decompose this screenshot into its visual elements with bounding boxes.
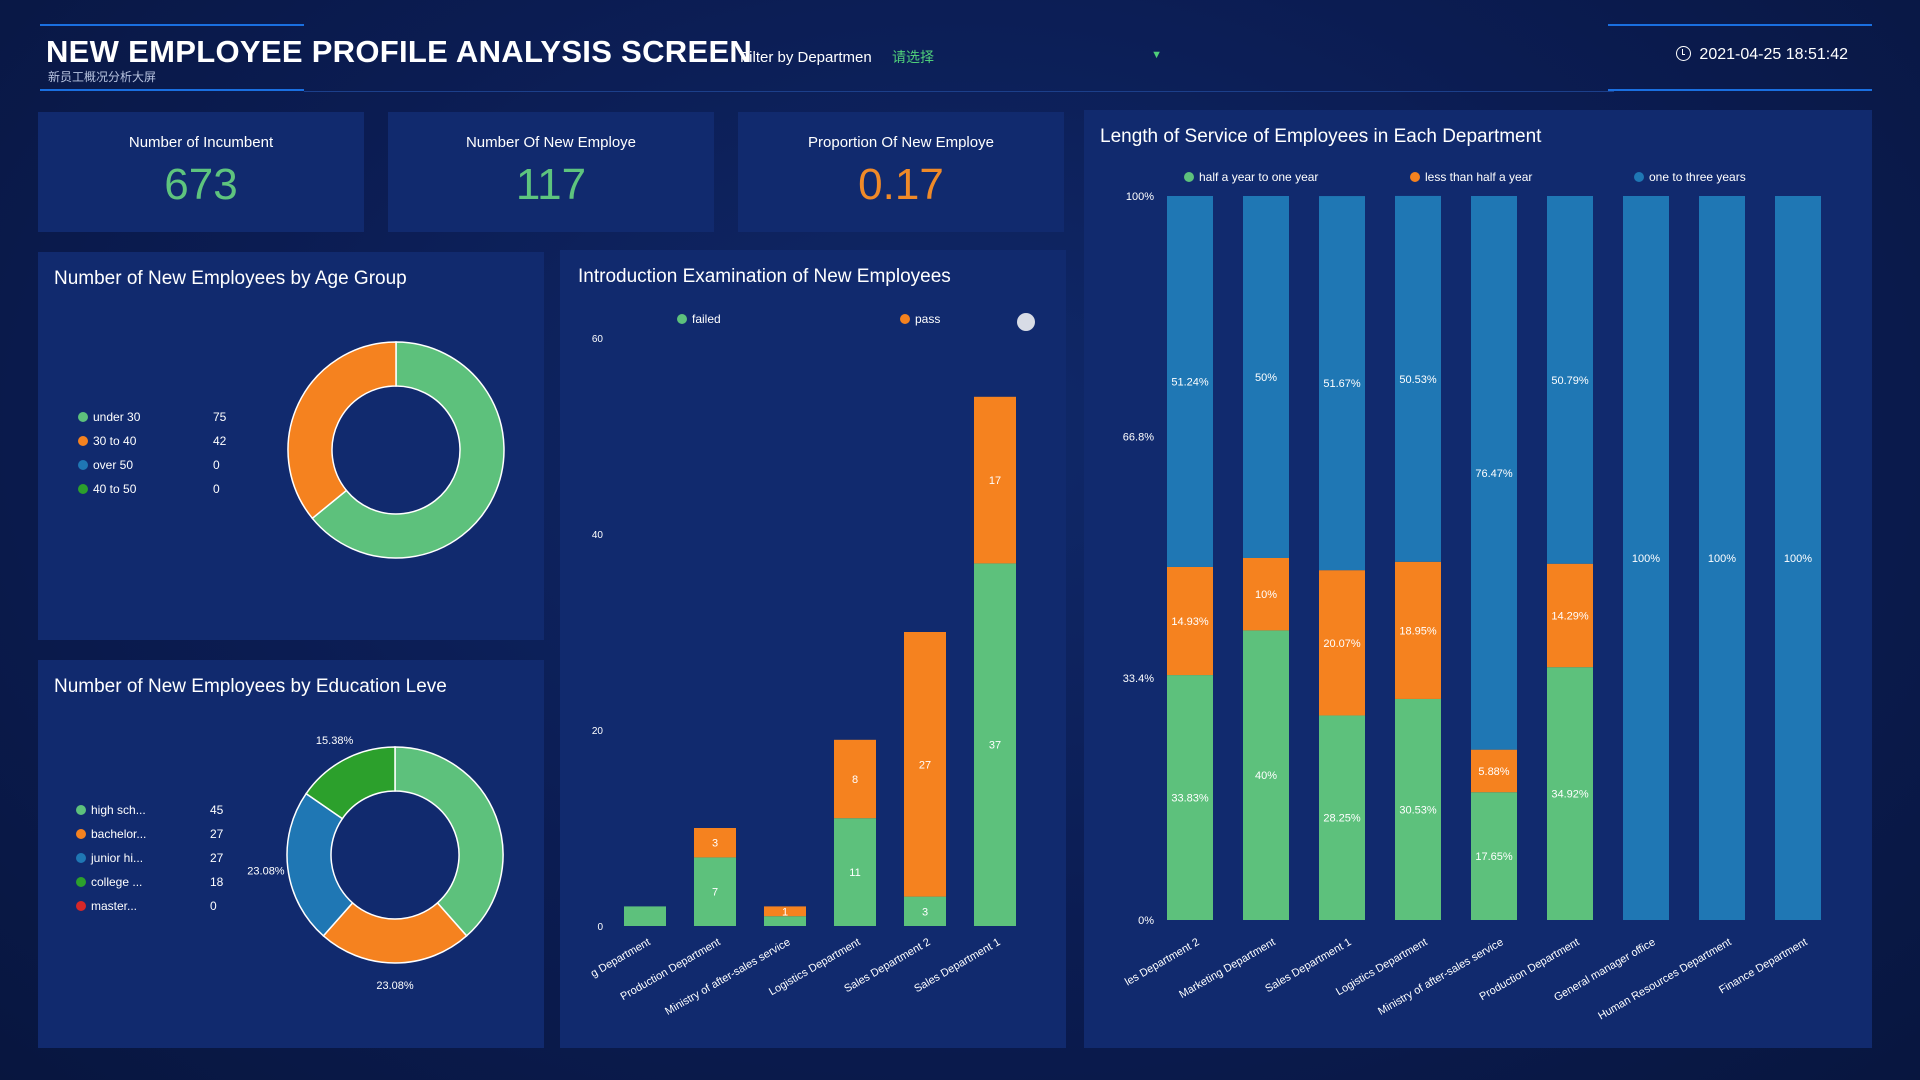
kpi-value: 673 bbox=[164, 160, 238, 209]
bar-value-label: 1 bbox=[782, 906, 788, 918]
bar-value-label: 17 bbox=[989, 475, 1001, 487]
bar-value-label: 20.07% bbox=[1323, 638, 1361, 650]
bar-value-label: 50.79% bbox=[1551, 375, 1589, 387]
bar-value-label: 34.92% bbox=[1551, 789, 1589, 801]
exam-bar-chart: 0204060g Department73Production Departme… bbox=[589, 334, 1016, 1018]
bar-value-label: 3 bbox=[712, 838, 718, 850]
bar-value-label: 100% bbox=[1784, 553, 1812, 565]
age-group-panel: Number of New Employees by Age Group und… bbox=[38, 252, 544, 640]
header-accent-line bbox=[40, 89, 304, 91]
bar-value-label: 30.53% bbox=[1399, 804, 1437, 816]
y-tick-label: 33.4% bbox=[1123, 673, 1154, 685]
y-tick-label: 100% bbox=[1126, 191, 1154, 203]
slice-percent-label: 15.38% bbox=[316, 735, 354, 747]
donut-slice bbox=[394, 746, 504, 937]
kpi-card-proportion: Proportion Of New Employe 0.17 bbox=[738, 112, 1064, 232]
bar-value-label: 50% bbox=[1255, 372, 1277, 384]
datetime-text: 2021-04-25 18:51:42 bbox=[1699, 46, 1848, 63]
bar-segment bbox=[624, 906, 666, 926]
y-tick-label: 66.8% bbox=[1123, 431, 1154, 443]
bar-value-label: 40% bbox=[1255, 770, 1277, 782]
bar-value-label: 7 bbox=[712, 887, 718, 899]
bar-value-label: 14.93% bbox=[1171, 616, 1209, 628]
page-title: NEW EMPLOYEE PROFILE ANALYSIS SCREEN bbox=[46, 34, 753, 69]
header-accent-line bbox=[40, 24, 304, 26]
x-tick-label: les Department 2 bbox=[1123, 936, 1202, 988]
kpi-card-incumbent: Number of Incumbent 673 bbox=[38, 112, 364, 232]
education-panel: Number of New Employees by Education Lev… bbox=[38, 660, 544, 1048]
y-tick-label: 0 bbox=[597, 922, 603, 933]
department-filter-placeholder: 请选择 bbox=[892, 50, 934, 66]
chevron-down-icon[interactable]: ▼ bbox=[1151, 49, 1162, 61]
x-tick-label: Ministry of after-sales service bbox=[1376, 936, 1505, 1018]
slice-percent-label: 23.08% bbox=[376, 980, 414, 992]
bar-value-label: 28.25% bbox=[1323, 813, 1361, 825]
clock-icon bbox=[1676, 46, 1692, 61]
bar-value-label: 50.53% bbox=[1399, 374, 1437, 386]
page-subtitle: 新员工概况分析大屏 bbox=[48, 70, 157, 84]
bar-value-label: 17.65% bbox=[1475, 851, 1513, 863]
header-accent-line bbox=[1608, 24, 1872, 26]
kpi-value: 117 bbox=[515, 160, 587, 209]
bar-value-label: 76.47% bbox=[1475, 468, 1513, 480]
header-accent-line bbox=[1608, 89, 1872, 91]
x-tick-label: Human Resources Department bbox=[1596, 936, 1733, 1022]
kpi-label: Number Of New Employe bbox=[465, 134, 637, 151]
kpi-label: Proportion Of New Employe bbox=[808, 134, 994, 151]
bar-value-label: 33.83% bbox=[1171, 793, 1209, 805]
y-tick-label: 40 bbox=[592, 530, 604, 541]
bar-value-label: 5.88% bbox=[1478, 766, 1509, 778]
department-filter-label: Filter by Departmen bbox=[740, 49, 872, 66]
bar-value-label: 100% bbox=[1632, 553, 1660, 565]
age-donut-chart bbox=[287, 341, 505, 559]
kpi-label: Number of Incumbent bbox=[128, 134, 274, 151]
service-panel: Length of Service of Employees in Each D… bbox=[1084, 110, 1872, 1048]
education-donut-chart: 23.08% 23.08% 15.38% bbox=[247, 735, 504, 992]
y-tick-label: 0% bbox=[1138, 915, 1154, 927]
donut-slice bbox=[287, 341, 397, 520]
y-tick-label: 20 bbox=[592, 726, 604, 737]
bar-value-label: 8 bbox=[852, 774, 858, 786]
department-filter-select[interactable]: 请选择 ▼ bbox=[892, 44, 1172, 70]
bar-value-label: 18.95% bbox=[1399, 625, 1437, 637]
service-bar-chart: 0% 33.4% 66.8% 100% 33.83% 14.93% 51.24% les De… bbox=[1123, 191, 1821, 1022]
bar-value-label: 11 bbox=[849, 867, 860, 879]
exam-panel: Introduction Examination of New Employee… bbox=[560, 250, 1066, 1048]
bar-value-label: 27 bbox=[919, 759, 931, 771]
x-tick-label: Ministry of after-sales service bbox=[663, 936, 792, 1018]
bar-value-label: 100% bbox=[1708, 553, 1736, 565]
kpi-value: 0.17 bbox=[858, 160, 944, 209]
bar-value-label: 10% bbox=[1255, 589, 1277, 601]
slice-percent-label: 23.08% bbox=[247, 866, 285, 878]
header-divider bbox=[304, 91, 1614, 92]
bar-value-label: 37 bbox=[989, 740, 1001, 752]
y-tick-label: 60 bbox=[592, 334, 604, 345]
bar-value-label: 51.24% bbox=[1171, 376, 1209, 388]
bar-value-label: 14.29% bbox=[1551, 610, 1589, 622]
kpi-card-new-employees: Number Of New Employe 117 bbox=[388, 112, 714, 232]
bar-value-label: 3 bbox=[922, 906, 928, 918]
x-tick-label: g Department bbox=[589, 936, 653, 980]
datetime-display: 2021-04-25 18:51:42 bbox=[1676, 46, 1848, 64]
header: NEW EMPLOYEE PROFILE ANALYSIS SCREEN 新员工… bbox=[40, 24, 1872, 94]
bar-value-label: 51.67% bbox=[1323, 378, 1361, 390]
